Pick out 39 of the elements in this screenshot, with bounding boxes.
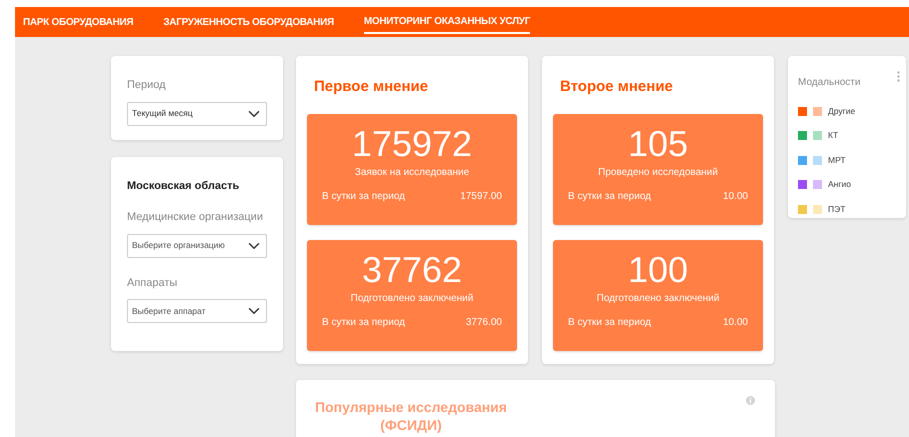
legend-swatch — [813, 131, 822, 140]
select-field[interactable]: Текущий месяц — [127, 102, 267, 126]
field-label: Медицинские организации — [127, 210, 263, 225]
legend-label: МРТ — [828, 154, 846, 167]
per-day-value: 10.00 — [722, 190, 748, 204]
panel-title: Первое мнение — [314, 77, 428, 97]
legend-label: Другие — [828, 104, 856, 118]
field-label: Период — [127, 78, 166, 93]
stat-caption: Подготовлено заключений — [350, 292, 474, 306]
panel-title: Второе мнение — [560, 77, 673, 97]
legend-swatch — [813, 156, 822, 165]
legend-swatch — [813, 106, 822, 116]
legend-swatch — [813, 204, 822, 214]
stat-value: 100 — [628, 250, 688, 290]
per-day-label: В сутки за период — [322, 190, 405, 204]
legend-label: КТ — [828, 129, 838, 142]
per-day-value: 3776.00 — [466, 316, 502, 330]
legend-title: Модальности — [798, 76, 860, 90]
more-icon[interactable] — [897, 71, 900, 82]
per-day-label: В сутки за период — [568, 190, 651, 204]
card-title: Популярные исследования (ФСИДИ) — [314, 398, 508, 434]
stat-caption: Проведено исследований — [598, 166, 718, 180]
per-day-value: 17597.00 — [460, 190, 502, 204]
stat-caption: Подготовлено заключений — [596, 292, 720, 306]
info-icon[interactable] — [746, 396, 755, 405]
stat-value: 37762 — [362, 250, 462, 290]
legend-swatch — [813, 180, 822, 190]
select-field[interactable]: Выберите организацию — [127, 234, 267, 258]
per-day-label: В сутки за период — [322, 316, 405, 330]
per-day-value: 10.00 — [722, 316, 748, 330]
stat-value: 105 — [628, 124, 688, 164]
select-field[interactable]: Выберите аппарат — [127, 299, 267, 323]
region-title: Московская область — [127, 178, 240, 194]
field-label: Аппараты — [127, 276, 178, 290]
stat-caption: Заявок на исследование — [354, 166, 470, 180]
per-day-label: В сутки за период — [568, 316, 651, 330]
stat-value: 175972 — [352, 124, 472, 164]
legend-label: Ангио — [828, 178, 851, 192]
legend-label: ПЭТ — [828, 202, 846, 216]
